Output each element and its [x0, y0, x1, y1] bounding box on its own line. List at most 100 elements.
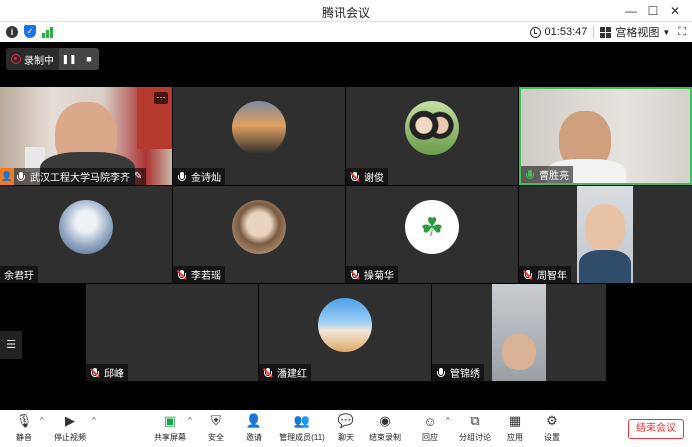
microphone-muted-icon	[175, 268, 189, 282]
chevron-up-icon[interactable]: ^	[188, 416, 192, 425]
stop-record-icon: ◉	[379, 413, 391, 428]
chevron-up-icon[interactable]: ^	[92, 416, 96, 425]
participant-name: 周智年	[537, 271, 567, 282]
meeting-toolbar: 🎙 静音 ^ ▶ 停止视频 ^ ▣ 共享屏幕 ^ ⛨ 安全 👤 邀请 👥 管理成…	[0, 410, 692, 447]
avatar	[318, 298, 372, 352]
microphone-icon	[434, 366, 448, 380]
participant-namebar: 操菊华	[346, 266, 398, 283]
participant-tile[interactable]: 谢俊	[346, 87, 518, 185]
participant-tile[interactable]: 余君玗	[0, 186, 172, 283]
participant-namebar: 管锦绣	[432, 364, 484, 381]
microphone-icon: 🎙	[15, 413, 33, 428]
chat-icon: 💬	[337, 413, 355, 428]
minimize-icon[interactable]: —	[620, 2, 642, 20]
view-mode-select[interactable]: 宫格视图	[615, 24, 659, 40]
signal-icon[interactable]	[42, 26, 54, 38]
info-icon[interactable]: i	[6, 25, 18, 38]
participant-namebar: 周智年	[519, 266, 571, 283]
recording-label: 录制中	[24, 55, 54, 67]
invite-label: 邀请	[246, 433, 262, 442]
share-screen-label: 共享屏幕	[154, 433, 186, 442]
chat-label: 聊天	[338, 433, 354, 442]
apps-icon: ▦	[508, 413, 522, 428]
chevron-down-icon[interactable]: ▼	[662, 28, 670, 37]
participant-tile-active-speaker[interactable]: 曹胜亮	[519, 87, 692, 185]
clover-avatar: ☘	[405, 200, 459, 254]
participant-namebar: 曹胜亮	[521, 166, 573, 183]
participant-tile[interactable]: 周智年	[519, 186, 692, 283]
host-icon: 👤	[0, 168, 14, 185]
participant-face	[585, 204, 625, 252]
participant-name: 金诗灿	[191, 173, 221, 184]
participant-namebar: 邱峰	[86, 364, 128, 381]
microphone-muted-icon	[348, 268, 362, 282]
participant-name: 谢俊	[364, 173, 384, 184]
participant-tile[interactable]: 潘建红	[259, 284, 431, 381]
stop-video-button[interactable]: ▶ 停止视频	[47, 412, 93, 443]
end-meeting-button[interactable]: 结束会议	[628, 419, 684, 439]
security-label: 安全	[208, 433, 224, 442]
invite-button[interactable]: 👤 邀请	[231, 412, 277, 443]
mute-label: 静音	[16, 433, 32, 442]
participant-name: 曹胜亮	[539, 171, 569, 182]
manage-members-button[interactable]: 👥 管理成员(11)	[277, 412, 327, 443]
edit-icon[interactable]: ✎	[134, 171, 142, 182]
apps-label: 应用	[507, 433, 523, 442]
avatar	[59, 200, 113, 254]
window-title: 腾讯会议	[321, 6, 370, 20]
participant-body	[579, 250, 631, 283]
members-icon: 👥	[293, 413, 311, 428]
share-screen-button[interactable]: ▣ 共享屏幕	[147, 412, 193, 443]
pause-recording-button[interactable]: ❚❚	[59, 48, 79, 70]
title-bar: 腾讯会议 — ☐ ✕	[0, 0, 692, 22]
stop-recording-button[interactable]: ■	[79, 48, 99, 70]
stop-video-label: 停止视频	[54, 433, 86, 442]
microphone-muted-icon	[521, 268, 535, 282]
chevron-up-icon[interactable]: ^	[40, 416, 44, 425]
participant-name: 李若瑶	[191, 271, 221, 282]
microphone-icon	[14, 170, 28, 184]
participant-tile[interactable]: ☘ 操菊华	[346, 186, 518, 283]
participant-namebar: 金诗灿	[173, 168, 225, 185]
microphone-active-icon	[523, 168, 537, 182]
participant-name: 武汉工程大学马院李齐	[30, 173, 130, 184]
participant-name: 余君玗	[4, 271, 34, 282]
meeting-timer: 01:53:47	[544, 26, 588, 38]
participant-namebar: 李若瑶	[173, 266, 225, 283]
grid-view-icon[interactable]	[600, 26, 612, 38]
participant-name: 操菊华	[364, 271, 394, 282]
chevron-up-icon[interactable]: ^	[446, 416, 450, 425]
participant-tile[interactable]: 李若瑶	[173, 186, 345, 283]
participant-list-toggle-icon[interactable]: ☰	[0, 331, 22, 359]
participant-tile[interactable]: 金诗灿	[173, 87, 345, 185]
participant-name: 邱峰	[104, 369, 124, 380]
microphone-muted-icon	[348, 170, 362, 184]
camera-icon: ▶	[65, 413, 75, 428]
shield-icon[interactable]: ✓	[24, 25, 36, 38]
meeting-info-bar: i ✓ 01:53:47 宫格视图 ▼ ⛶	[0, 22, 692, 42]
settings-label: 设置	[544, 433, 560, 442]
add-user-icon: 👤	[245, 413, 263, 428]
shield-icon: ⛨	[211, 413, 221, 428]
participant-name: 潘建红	[277, 369, 307, 380]
maximize-icon[interactable]: ☐	[642, 2, 664, 20]
clock-icon	[529, 26, 541, 38]
manage-members-label: 管理成员(11)	[279, 433, 325, 442]
participant-namebar: 谢俊	[346, 168, 388, 185]
close-icon[interactable]: ✕	[664, 2, 686, 20]
breakout-icon: ⧉	[470, 413, 480, 428]
participant-tile[interactable]: 邱峰	[86, 284, 258, 381]
fullscreen-icon[interactable]: ⛶	[678, 26, 686, 39]
participant-tile[interactable]: 管锦绣	[432, 284, 606, 381]
microphone-icon	[175, 170, 189, 184]
window-controls: — ☐ ✕	[620, 2, 686, 20]
smiley-icon: ☺	[423, 413, 437, 429]
end-recording-button[interactable]: ◉ 结束录制	[362, 412, 408, 443]
microphone-muted-icon	[88, 366, 102, 380]
participant-tile[interactable]: ··· 👤 武汉工程大学马院李齐 ✎	[0, 87, 172, 185]
participant-namebar: 余君玗	[0, 266, 38, 283]
settings-button[interactable]: ⚙ 设置	[529, 412, 575, 443]
reactions-label: 回应	[422, 433, 438, 442]
microphone-muted-icon	[261, 366, 275, 380]
more-options-icon[interactable]: ···	[154, 92, 168, 104]
